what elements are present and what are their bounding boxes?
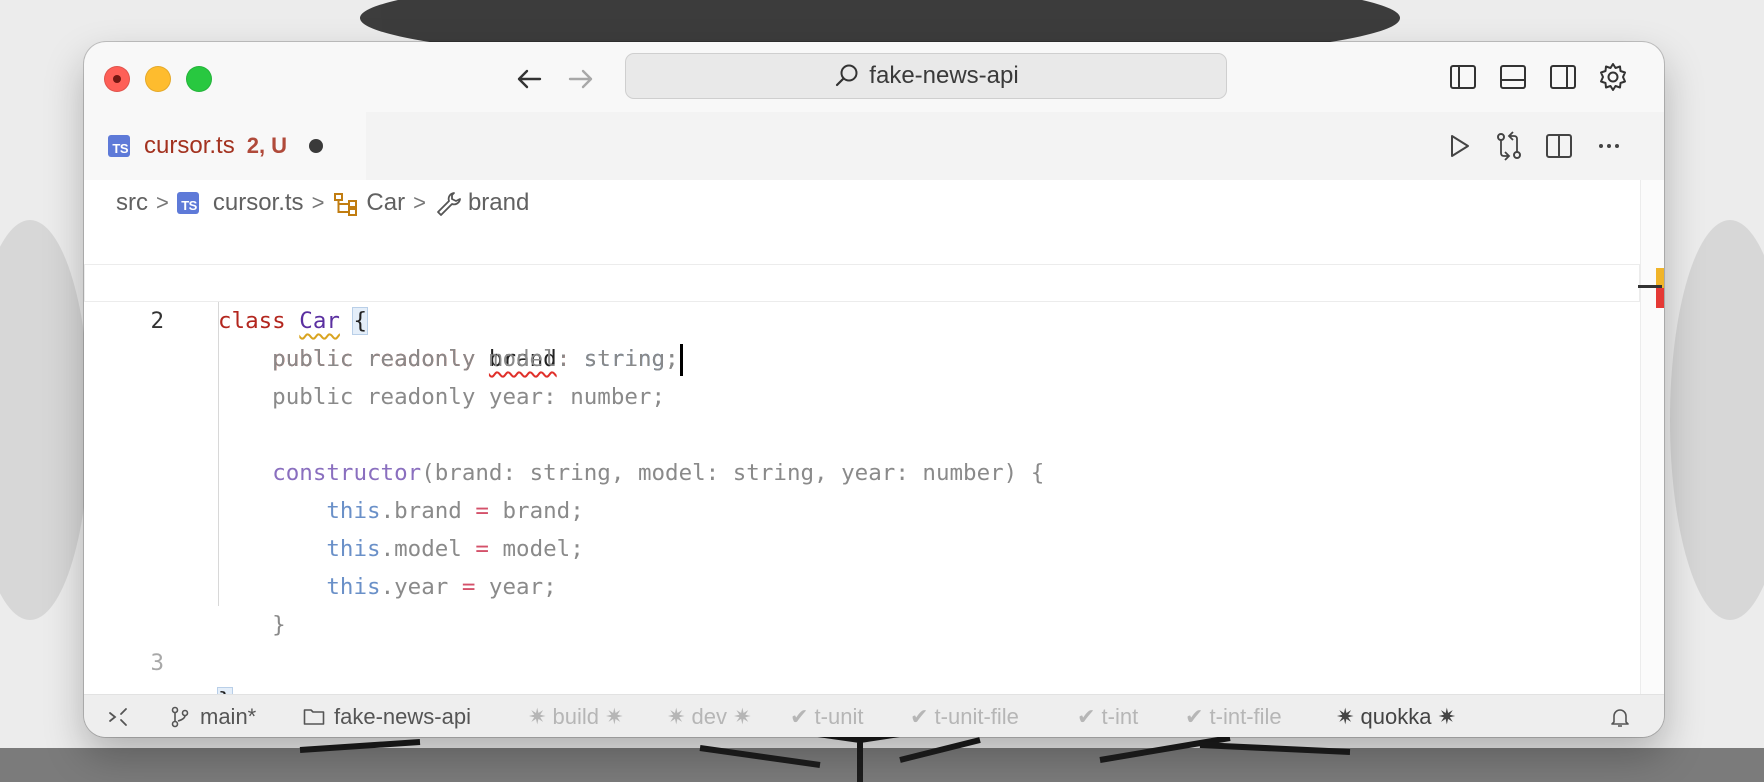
title-bar: fake-news-api [84,42,1664,112]
code-line[interactable] [84,378,1640,416]
branch-name: main* [200,703,257,729]
cursor-marker [1638,285,1662,288]
back-arrow-icon[interactable] [512,62,546,96]
tab-filename: cursor.ts [144,132,235,159]
code-line[interactable]: this.model = model; [84,492,1640,562]
forward-arrow-icon[interactable] [564,62,598,96]
command-center-search[interactable]: fake-news-api [625,53,1227,99]
task-t-unit-file[interactable]: ✔ t-unit-file [910,695,1019,737]
chevron-right-icon: > [156,190,169,215]
search-text: fake-news-api [869,62,1019,89]
breadcrumb-folder[interactable]: src [116,189,148,217]
workspace-folder-status[interactable]: fake-news-api [302,695,471,737]
editor-window: fake-news-api TS cursor.ts 2, U src > TS… [84,42,1664,737]
branch-status[interactable]: main* [168,695,256,737]
error-marker[interactable] [1656,288,1664,308]
task-t-int-file[interactable]: ✔ t-int-file [1185,695,1282,737]
code-line[interactable]: public readonly year: number; [84,340,1640,410]
code-line[interactable]: this.brand = brand; [84,454,1640,524]
code-editor[interactable]: src > TS cursor.ts > Car > brand 1 class… [84,180,1664,715]
more-actions-icon[interactable] [1592,129,1626,163]
code-line[interactable]: this.year = year; [84,530,1640,600]
git-branch-icon [171,706,189,727]
tab-cursor-ts[interactable]: TS cursor.ts 2, U [84,112,366,180]
class-symbol-icon [334,193,358,216]
code-line[interactable]: } [84,568,1640,638]
unsaved-dot-icon[interactable] [309,139,324,153]
compare-changes-icon[interactable] [1492,129,1526,163]
run-icon[interactable] [1442,129,1476,163]
breadcrumb-file[interactable]: cursor.ts [213,189,304,217]
breadcrumb-class[interactable]: Car [366,189,405,217]
task-quokka[interactable]: ✷ quokka ✷ [1336,695,1456,737]
search-icon [836,64,858,87]
toggle-primary-sidebar-icon[interactable] [1446,60,1480,94]
toggle-panel-icon[interactable] [1496,60,1530,94]
gear-icon[interactable] [1596,60,1630,94]
remote-icon[interactable] [106,695,138,737]
code-line[interactable]: 1 class Car { [84,226,1640,335]
breadcrumb: src > TS cursor.ts > Car > brand [116,180,529,226]
minimize-window-button[interactable] [145,66,171,92]
task-dev[interactable]: ✷ dev ✷ [667,695,752,737]
task-t-int[interactable]: ✔ t-int [1077,695,1138,737]
code-line[interactable]: constructor(brand: string, model: string… [84,416,1640,486]
code-line[interactable]: public readonly model: string; [84,302,1640,372]
close-window-button[interactable] [104,66,130,92]
typescript-file-icon: TS [108,135,130,157]
code-line-current[interactable]: 2 public readonly brand: string; [84,264,1640,376]
tab-bar: TS cursor.ts 2, U [84,112,1664,180]
maximize-window-button[interactable] [186,66,212,92]
code-line[interactable]: 3 } [84,606,1640,715]
bell-icon[interactable] [1608,695,1640,737]
breadcrumb-property[interactable]: brand [468,189,529,217]
toggle-secondary-sidebar-icon[interactable] [1546,60,1580,94]
typescript-file-icon: TS [176,192,199,214]
folder-icon [303,708,325,725]
chevron-right-icon: > [413,190,426,215]
tab-problem-status: 2, U [246,133,288,158]
workspace-folder-name: fake-news-api [334,703,471,729]
line-number: 3 [150,650,164,676]
chevron-right-icon: > [311,190,325,215]
status-bar: main* fake-news-api ✷ build ✷ ✷ dev ✷ ✔ … [84,694,1664,737]
overview-ruler[interactable] [1640,180,1664,694]
task-build[interactable]: ✷ build ✷ [528,695,624,737]
split-editor-icon[interactable] [1542,129,1576,163]
task-t-unit[interactable]: ✔ t-unit [790,695,863,737]
wrench-property-icon [437,192,461,216]
